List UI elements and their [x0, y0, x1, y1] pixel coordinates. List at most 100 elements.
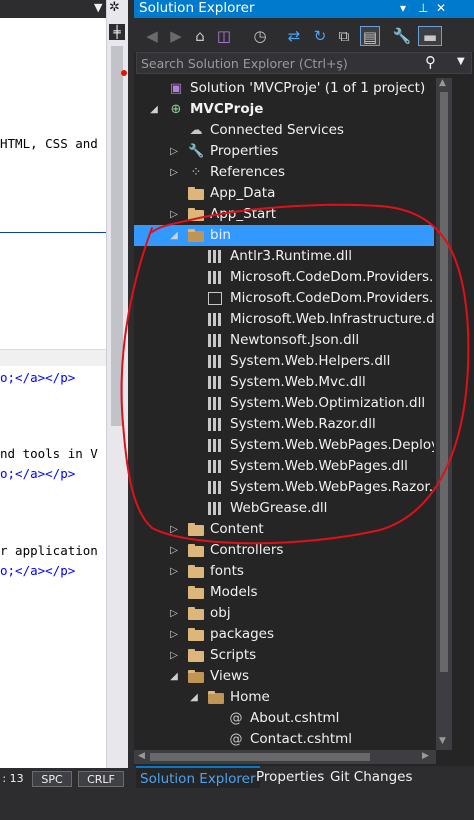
wrench-icon[interactable]: 🔧	[392, 26, 412, 46]
code-line[interactable]: o;</a></p>	[0, 563, 75, 578]
code-line[interactable]: o;</a></p>	[0, 370, 75, 385]
tree-item-label: Antlr3.Runtime.dll	[230, 248, 353, 264]
collapse-arrow-icon[interactable]: ◢	[188, 687, 200, 708]
folder-open-icon	[208, 691, 224, 704]
tab-git-changes[interactable]: Git Changes	[326, 766, 417, 788]
expand-arrow-icon[interactable]: ▷	[168, 141, 180, 162]
switch-views-icon[interactable]: ◫	[214, 26, 234, 46]
code-editor[interactable]: ▼ HTML, CSS and o;</a></p> nd tools in V…	[0, 0, 106, 768]
editor-navigation-bar: ▼	[0, 0, 106, 18]
tree-item[interactable]: ◢ bin	[134, 225, 434, 246]
expand-arrow-icon[interactable]: ▷	[168, 204, 180, 225]
tree-item[interactable]: App_Data	[134, 183, 434, 204]
back-icon[interactable]: ◀	[142, 26, 162, 46]
expand-arrow-icon[interactable]: ▷	[168, 603, 180, 624]
split-editor-icon[interactable]: ╪	[109, 24, 125, 40]
tree-item[interactable]: Microsoft.CodeDom.Providers.Do	[134, 267, 434, 288]
tree-item[interactable]: ▷ Scripts	[134, 645, 434, 666]
expand-arrow-icon[interactable]: ▷	[168, 645, 180, 666]
tree-vertical-scrollbar[interactable]: ▲ ▼	[436, 78, 452, 750]
refresh-icon[interactable]: ↻	[310, 26, 330, 46]
editor-vertical-scrollbar[interactable]: ✲ ╪	[106, 0, 128, 768]
tree-item-label: Home	[230, 689, 270, 705]
scroll-up-icon[interactable]: ▲	[439, 78, 446, 88]
tab-properties[interactable]: Properties	[252, 766, 328, 788]
tree-item[interactable]: System.Web.Helpers.dll	[134, 351, 434, 372]
search-box[interactable]: ⚲ ▼	[136, 52, 472, 74]
code-line[interactable]: HTML, CSS and	[0, 136, 98, 151]
search-options-dropdown-icon[interactable]: ▼	[457, 56, 465, 67]
tree-item[interactable]: ▷ fonts	[134, 561, 434, 582]
window-position-dropdown-icon[interactable]: ▾	[400, 0, 406, 17]
tree-item[interactable]: ▷ App_Start	[134, 204, 434, 225]
show-all-files-icon[interactable]: ▤	[360, 26, 380, 46]
folder-icon	[188, 649, 204, 662]
tree-item[interactable]: ◢ Views	[134, 666, 434, 687]
connected-services-icon: ☁	[189, 123, 203, 138]
scrollbar-thumb[interactable]	[111, 46, 123, 426]
collapse-arrow-icon[interactable]: ◢	[148, 99, 160, 120]
tree-item[interactable]: ▷ obj	[134, 603, 434, 624]
dll-icon	[208, 376, 222, 389]
tree-item[interactable]: ◢ Home	[134, 687, 434, 708]
tree-item[interactable]: System.Web.Mvc.dll	[134, 372, 434, 393]
scrollbar-thumb[interactable]	[440, 92, 448, 672]
expand-arrow-icon[interactable]: ▷	[168, 519, 180, 540]
tree-horizontal-scrollbar[interactable]: ◀ ▶	[134, 750, 436, 764]
preview-selected-items-icon[interactable]: ▬	[418, 26, 442, 46]
forward-icon[interactable]: ▶	[166, 26, 186, 46]
collapse-arrow-icon[interactable]: ◢	[168, 666, 180, 687]
window-bottom-edge	[0, 790, 474, 820]
scroll-right-icon[interactable]: ▶	[422, 751, 429, 761]
tree-item[interactable]: ▷ 🔧 Properties	[134, 141, 434, 162]
tree-item[interactable]: WebGrease.dll	[134, 498, 434, 519]
tree-item[interactable]: Microsoft.CodeDom.Providers.Do	[134, 288, 434, 309]
home-icon[interactable]: ⌂	[190, 26, 210, 46]
tree-item[interactable]: Newtonsoft.Json.dll	[134, 330, 434, 351]
collapse-arrow-icon[interactable]: ◢	[168, 225, 180, 246]
tree-item[interactable]: Microsoft.Web.Infrastructure.dll	[134, 309, 434, 330]
tree-item-label: Connected Services	[210, 122, 344, 138]
tree-item[interactable]: Antlr3.Runtime.dll	[134, 246, 434, 267]
scrollbar-thumb[interactable]	[150, 753, 370, 761]
code-line[interactable]: nd tools in V	[0, 446, 98, 461]
search-icon[interactable]: ⚲	[425, 53, 436, 71]
tree-item[interactable]: System.Web.WebPages.Deployme	[134, 435, 434, 456]
scroll-left-icon[interactable]: ◀	[138, 751, 145, 761]
tree-item[interactable]: @ About.cshtml	[134, 708, 434, 729]
line-ending-indicator[interactable]: CRLF	[78, 771, 124, 787]
tree-item[interactable]: System.Web.WebPages.dll	[134, 456, 434, 477]
folder-icon	[188, 565, 204, 578]
tree-item-label: packages	[210, 626, 275, 642]
code-line[interactable]: r application	[0, 543, 98, 558]
gear-icon[interactable]: ✲	[109, 0, 120, 15]
chevron-down-icon[interactable]: ▼	[94, 1, 102, 14]
code-line[interactable]: o;</a></p>	[0, 466, 75, 481]
expand-arrow-icon[interactable]: ▷	[168, 540, 180, 561]
tree-item[interactable]: @ Contact.cshtml	[134, 729, 434, 750]
tree-item[interactable]: ☁ Connected Services	[134, 120, 434, 141]
tree-item[interactable]: ▷ Controllers	[134, 540, 434, 561]
tree-item[interactable]: ▷ Content	[134, 519, 434, 540]
tab-solution-explorer[interactable]: Solution Explorer	[136, 766, 260, 788]
tree-item[interactable]: System.Web.WebPages.Razor.dll	[134, 477, 434, 498]
pending-changes-filter-icon[interactable]: ◷	[250, 26, 270, 46]
search-input[interactable]	[141, 55, 421, 71]
pin-icon[interactable]: ⊥	[418, 0, 428, 17]
close-icon[interactable]: ✕	[436, 0, 446, 17]
tree-item[interactable]: ▷ packages	[134, 624, 434, 645]
tree-item[interactable]: Models	[134, 582, 434, 603]
tree-item[interactable]: ▷ ⁘ References	[134, 162, 434, 183]
sync-with-active-document-icon[interactable]: ⇄	[284, 26, 304, 46]
tree-item[interactable]: System.Web.Razor.dll	[134, 414, 434, 435]
collapse-all-icon[interactable]: ⧉	[334, 26, 354, 46]
scroll-down-icon[interactable]: ▼	[439, 736, 446, 746]
tree-item[interactable]: System.Web.Optimization.dll	[134, 393, 434, 414]
expand-arrow-icon[interactable]: ▷	[168, 162, 180, 183]
tree-item[interactable]: ◢ ⊕ MVCProje	[134, 99, 434, 120]
column-indicator[interactable]: : 13	[0, 771, 26, 787]
tree-item[interactable]: ▣ Solution 'MVCProje' (1 of 1 project)	[134, 78, 434, 99]
expand-arrow-icon[interactable]: ▷	[168, 624, 180, 645]
spacing-indicator[interactable]: SPC	[32, 771, 72, 787]
expand-arrow-icon[interactable]: ▷	[168, 561, 180, 582]
